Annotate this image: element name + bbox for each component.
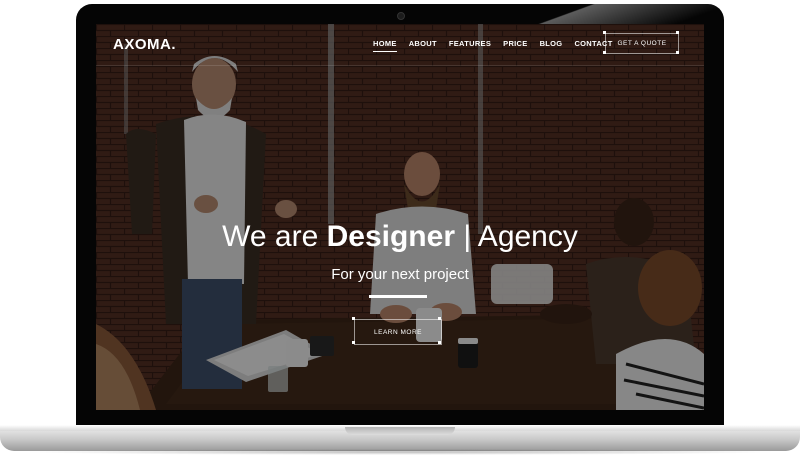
corner-dot [676, 31, 679, 34]
hero-title: We are Designer | Agency [96, 220, 704, 254]
nav-price[interactable]: PRICE [503, 39, 527, 48]
nav-home[interactable]: HOME [373, 39, 397, 52]
hero-title-bold: Designer [326, 220, 455, 253]
nav-blog[interactable]: BLOG [540, 39, 563, 48]
site-logo[interactable]: AXOMA. [113, 36, 176, 53]
learn-more-button[interactable]: LEARN MORE [354, 319, 442, 345]
nav-features[interactable]: FEATURES [449, 39, 491, 48]
laptop-shadow [20, 449, 780, 455]
hero-title-post: | Agency [455, 220, 578, 253]
get-quote-button[interactable]: GET A QUOTE [605, 33, 679, 54]
corner-dot [603, 51, 606, 54]
corner-dot [438, 341, 441, 344]
laptop-notch [345, 427, 455, 435]
corner-dot [603, 31, 606, 34]
main-menu: HOME ABOUT FEATURES PRICE BLOG CONTACT [373, 39, 613, 52]
laptop-screen: AXOMA. HOME ABOUT FEATURES PRICE BLOG CO… [96, 24, 704, 410]
nav-divider [96, 65, 704, 66]
top-navigation: AXOMA. HOME ABOUT FEATURES PRICE BLOG CO… [96, 24, 704, 66]
nav-about[interactable]: ABOUT [409, 39, 437, 48]
hero-divider [369, 295, 427, 298]
camera-icon [397, 12, 405, 20]
hero-subtitle: For your next project [331, 266, 469, 283]
hero-title-pre: We are [222, 220, 327, 253]
corner-dot [352, 317, 355, 320]
corner-dot [676, 51, 679, 54]
hero-dark-overlay [96, 24, 704, 410]
corner-dot [352, 341, 355, 344]
corner-dot [438, 317, 441, 320]
